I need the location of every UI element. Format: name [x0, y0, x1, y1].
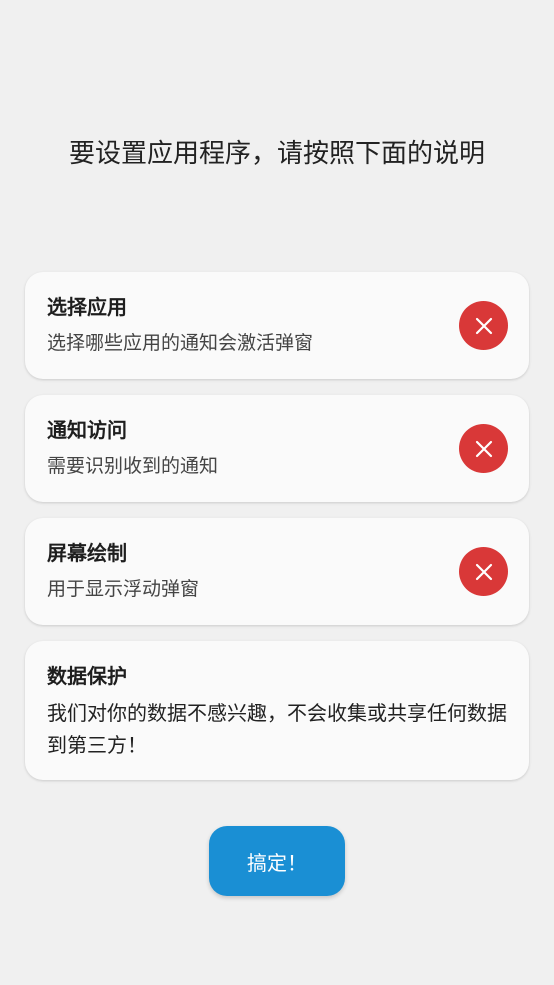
permission-title: 通知访问	[47, 418, 127, 442]
permission-description: 用于显示浮动弹窗	[47, 578, 200, 600]
permission-card-screen-overlay[interactable]: 屏幕绘制 用于显示浮动弹窗	[25, 518, 529, 625]
close-icon	[475, 317, 492, 334]
done-button[interactable]: 搞定！	[209, 826, 345, 896]
privacy-description: 我们对你的数据不感兴趣，不会收集或共享任何数据到第三方！	[47, 701, 507, 757]
privacy-card: 数据保护 我们对你的数据不感兴趣，不会收集或共享任何数据到第三方！	[25, 641, 529, 780]
close-icon	[475, 563, 492, 580]
privacy-title: 数据保护	[47, 664, 127, 688]
permission-status-button[interactable]	[459, 301, 508, 350]
page-headline: 要设置应用程序，请按照下面的说明	[68, 139, 485, 169]
permission-description: 需要识别收到的通知	[47, 455, 219, 477]
permission-status-button[interactable]	[459, 424, 508, 473]
permission-card-notification-access[interactable]: 通知访问 需要识别收到的通知	[25, 395, 529, 502]
permission-card-select-apps[interactable]: 选择应用 选择哪些应用的通知会激活弹窗	[25, 272, 529, 379]
close-icon	[475, 440, 492, 457]
permission-title: 选择应用	[47, 295, 127, 319]
permission-title: 屏幕绘制	[47, 541, 127, 565]
permission-status-button[interactable]	[459, 547, 508, 596]
permission-description: 选择哪些应用的通知会激活弹窗	[47, 332, 314, 354]
